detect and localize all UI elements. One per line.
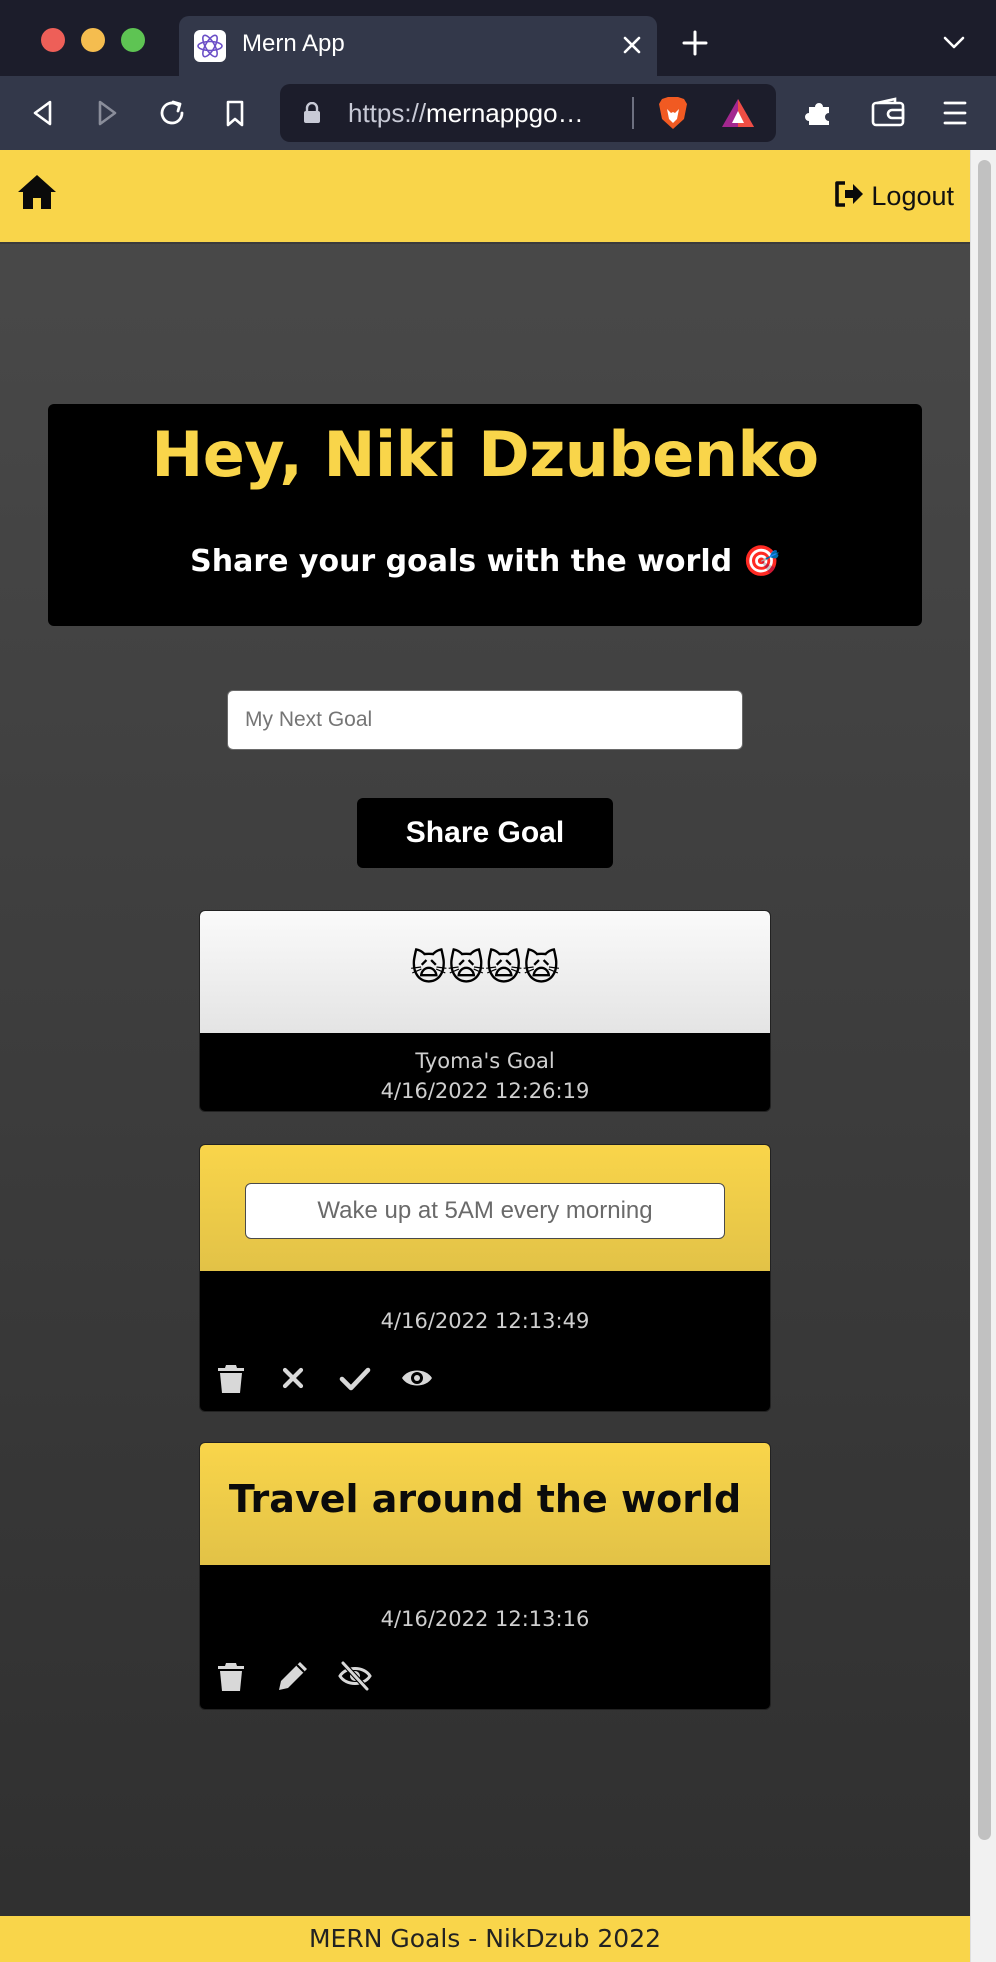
- pencil-icon[interactable]: [276, 1659, 310, 1693]
- goal-date: 4/16/2022 12:13:49: [380, 1309, 590, 1333]
- check-icon[interactable]: [338, 1361, 372, 1395]
- page-viewport: Logout Hey, Niki Dzubenko Share your goa…: [0, 150, 970, 1962]
- trash-icon[interactable]: [214, 1659, 248, 1693]
- page-title: Hey, Niki Dzubenko: [151, 418, 819, 491]
- tab-list-chevron-down-icon[interactable]: [940, 32, 968, 54]
- cancel-icon[interactable]: [276, 1361, 310, 1395]
- page-subtitle: Share your goals with the world 🎯: [190, 544, 780, 579]
- browser-tab-active[interactable]: Mern App: [179, 16, 657, 76]
- page-scrollbar[interactable]: [970, 150, 996, 1962]
- tab-close-icon[interactable]: [617, 30, 647, 60]
- lock-icon: [302, 101, 322, 124]
- sign-out-icon: [833, 179, 865, 213]
- logout-button[interactable]: Logout: [833, 178, 954, 214]
- goal-card-body: [200, 1145, 770, 1271]
- window-close-button[interactable]: [41, 28, 65, 52]
- edit-goal-input[interactable]: [245, 1183, 725, 1239]
- goal-text: 🙀🙀🙀🙀: [409, 948, 561, 989]
- reload-icon[interactable]: [153, 94, 191, 132]
- back-icon[interactable]: [24, 94, 62, 132]
- goal-date: 4/16/2022 12:13:16: [380, 1607, 590, 1631]
- eye-slash-icon[interactable]: [338, 1659, 372, 1693]
- forward-icon[interactable]: [88, 94, 126, 132]
- goal-text: Travel around the world: [228, 1477, 742, 1521]
- window-zoom-button[interactable]: [121, 28, 145, 52]
- site-footer: MERN Goals - NikDzub 2022: [0, 1916, 970, 1962]
- home-icon[interactable]: [16, 172, 58, 212]
- extensions-puzzle-icon[interactable]: [800, 94, 838, 132]
- url-scheme: https://: [348, 98, 427, 128]
- logout-label: Logout: [871, 180, 954, 211]
- eye-icon[interactable]: [400, 1361, 434, 1395]
- bookmark-icon[interactable]: [216, 94, 254, 132]
- site-header: Logout: [0, 150, 970, 244]
- react-favicon-icon: [194, 30, 226, 62]
- hamburger-menu-icon[interactable]: [940, 96, 970, 130]
- wallet-icon[interactable]: [870, 96, 906, 130]
- goal-card: Travel around the world 4/16/2022 12:13:…: [199, 1442, 771, 1710]
- brave-rewards-triangle-icon[interactable]: [720, 97, 756, 129]
- address-bar[interactable]: https://mernappgo…: [280, 84, 776, 142]
- browser-tab-bar: Mern App: [0, 0, 996, 76]
- new-goal-input[interactable]: [227, 690, 743, 750]
- goal-card: 🙀🙀🙀🙀 Tyoma's Goal 4/16/2022 12:26:19: [199, 910, 771, 1112]
- url-host: mernappgo…: [426, 98, 584, 128]
- footer-text: MERN Goals - NikDzub 2022: [308, 1924, 662, 1953]
- tab-title: Mern App: [242, 30, 345, 57]
- goal-card-body: Travel around the world: [200, 1443, 770, 1565]
- brave-shields-lion-icon[interactable]: [656, 95, 690, 131]
- scrollbar-thumb[interactable]: [978, 160, 991, 1840]
- window-minimize-button[interactable]: [81, 28, 105, 52]
- trash-icon[interactable]: [214, 1361, 248, 1395]
- goal-card-body: 🙀🙀🙀🙀: [200, 911, 770, 1033]
- new-tab-plus-icon[interactable]: [680, 28, 710, 58]
- goal-owner: Tyoma's Goal: [415, 1049, 555, 1073]
- welcome-heading-box: Hey, Niki Dzubenko Share your goals with…: [48, 404, 922, 626]
- url-divider: [632, 97, 634, 129]
- goal-date: 4/16/2022 12:26:19: [380, 1079, 590, 1103]
- goal-card-editing: 4/16/2022 12:13:49: [199, 1144, 771, 1412]
- browser-toolbar: https://mernappgo…: [0, 76, 996, 150]
- share-goal-button[interactable]: Share Goal: [357, 798, 613, 868]
- url-text: https://mernappgo…: [348, 98, 584, 129]
